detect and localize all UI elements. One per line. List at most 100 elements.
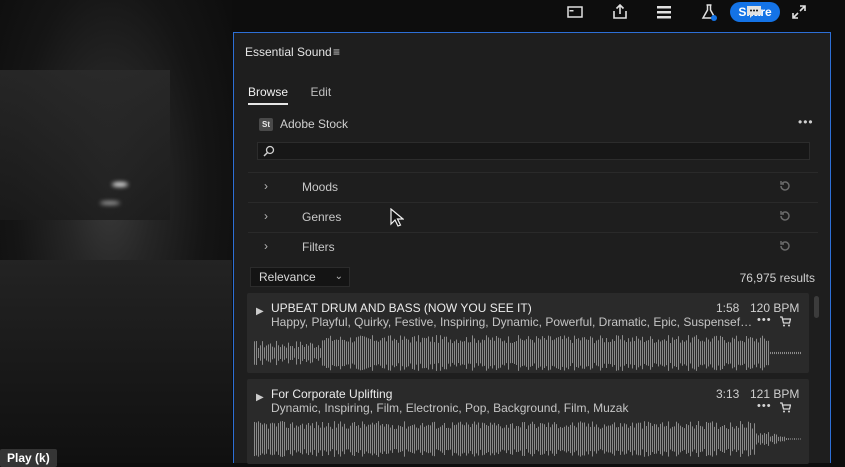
tab-browse[interactable]: Browse bbox=[248, 85, 289, 105]
track-item[interactable]: ▶ UPBEAT DRUM AND BASS (NOW YOU SEE IT) … bbox=[247, 293, 809, 373]
waveform-bar bbox=[680, 342, 681, 364]
tab-bar: Browse Edit bbox=[248, 83, 349, 105]
waveform-bar bbox=[434, 421, 435, 457]
waveform-bar bbox=[658, 427, 659, 451]
waveform-bar bbox=[444, 336, 445, 370]
waveform-bar bbox=[688, 335, 689, 371]
search-box[interactable] bbox=[257, 142, 810, 161]
waveform-bar bbox=[758, 435, 759, 443]
waveform-bar bbox=[576, 339, 577, 367]
track-more-icon[interactable]: ••• bbox=[757, 400, 772, 412]
waveform-bar bbox=[602, 427, 603, 451]
waveform-bar bbox=[640, 340, 641, 366]
waveform-bar bbox=[254, 421, 255, 457]
waveform-bar bbox=[416, 427, 417, 451]
waveform-bar bbox=[506, 424, 507, 454]
waveform-bar bbox=[708, 422, 709, 456]
flask-icon[interactable] bbox=[698, 2, 720, 22]
waveform-bar bbox=[674, 339, 675, 367]
fullscreen-icon[interactable] bbox=[788, 2, 810, 22]
waveform-bar bbox=[466, 422, 467, 456]
panels-icon[interactable] bbox=[653, 2, 675, 22]
waveform-bar bbox=[694, 428, 695, 450]
waveform-bar bbox=[400, 426, 401, 452]
waveform-bar bbox=[574, 335, 575, 371]
scrollbar[interactable] bbox=[814, 296, 819, 318]
waveform-bar bbox=[526, 428, 527, 450]
waveform-bar bbox=[424, 337, 425, 369]
waveform-bar bbox=[586, 339, 587, 367]
waveform-bar bbox=[598, 339, 599, 367]
waveform-bar bbox=[412, 337, 413, 369]
filter-row-filters[interactable]: › Filters bbox=[248, 232, 818, 261]
waveform-bar bbox=[290, 346, 291, 360]
waveform[interactable] bbox=[254, 335, 802, 371]
comments-icon[interactable] bbox=[743, 2, 765, 22]
track-duration: 1:58 bbox=[716, 301, 740, 315]
layout-icon[interactable] bbox=[564, 2, 586, 22]
play-icon[interactable]: ▶ bbox=[256, 306, 264, 317]
reset-icon[interactable] bbox=[778, 179, 792, 193]
waveform-bar bbox=[442, 339, 443, 367]
chevron-right-icon[interactable]: › bbox=[264, 239, 268, 253]
waveform-bar bbox=[450, 428, 451, 450]
waveform-bar bbox=[514, 428, 515, 450]
reset-icon[interactable] bbox=[778, 209, 792, 223]
search-input[interactable] bbox=[280, 143, 804, 161]
waveform-bar bbox=[288, 342, 289, 364]
chevron-right-icon[interactable]: › bbox=[264, 179, 268, 193]
track-more-icon[interactable]: ••• bbox=[757, 314, 772, 326]
waveform-bar bbox=[324, 427, 325, 451]
reset-icon[interactable] bbox=[778, 239, 792, 253]
more-options-icon[interactable]: ••• bbox=[798, 115, 814, 129]
cart-icon[interactable] bbox=[779, 315, 791, 327]
waveform-bar bbox=[400, 335, 401, 371]
waveform[interactable] bbox=[254, 421, 802, 457]
waveform-bar bbox=[786, 351, 787, 355]
waveform-bar bbox=[436, 428, 437, 450]
waveform-bar bbox=[778, 436, 779, 442]
waveform-bar bbox=[356, 337, 357, 369]
waveform-bar bbox=[516, 425, 517, 453]
waveform-bar bbox=[550, 336, 551, 370]
tab-edit[interactable]: Edit bbox=[310, 85, 331, 103]
video-preview[interactable] bbox=[0, 0, 232, 463]
waveform-bar bbox=[310, 342, 311, 364]
waveform-bar bbox=[604, 342, 605, 364]
play-icon[interactable]: ▶ bbox=[256, 392, 264, 403]
waveform-bar bbox=[314, 347, 315, 359]
waveform-bar bbox=[504, 340, 505, 366]
waveform-bar bbox=[748, 338, 749, 368]
waveform-bar bbox=[456, 424, 457, 454]
waveform-bar bbox=[702, 426, 703, 452]
source-row[interactable]: St Adobe Stock bbox=[259, 116, 348, 132]
waveform-bar bbox=[326, 337, 327, 369]
waveform-bar bbox=[402, 426, 403, 452]
waveform-bar bbox=[342, 339, 343, 367]
waveform-bar bbox=[602, 338, 603, 368]
waveform-bar bbox=[316, 421, 317, 457]
panel-menu-icon[interactable]: ≡ bbox=[333, 45, 340, 59]
video-light bbox=[100, 201, 120, 205]
export-icon[interactable] bbox=[609, 2, 631, 22]
waveform-bar bbox=[394, 338, 395, 368]
waveform-bar bbox=[770, 436, 771, 442]
waveform-bar bbox=[762, 335, 763, 371]
waveform-bar bbox=[420, 425, 421, 453]
waveform-bar bbox=[548, 335, 549, 371]
play-tooltip: Play (k) bbox=[0, 449, 57, 467]
waveform-bar bbox=[792, 351, 793, 355]
track-item[interactable]: ▶ For Corporate Uplifting Dynamic, Inspi… bbox=[247, 379, 809, 464]
sort-dropdown[interactable]: Relevance ⌄ bbox=[250, 267, 350, 287]
waveform-bar bbox=[738, 427, 739, 451]
waveform-bar bbox=[754, 341, 755, 365]
cart-icon[interactable] bbox=[779, 401, 791, 413]
waveform-bar bbox=[362, 335, 363, 371]
filter-row-genres[interactable]: › Genres bbox=[248, 202, 818, 231]
waveform-bar bbox=[548, 422, 549, 456]
waveform-bar bbox=[626, 342, 627, 364]
chevron-right-icon[interactable]: › bbox=[264, 209, 268, 223]
waveform-bar bbox=[396, 339, 397, 367]
waveform-bar bbox=[634, 341, 635, 365]
filter-row-moods[interactable]: › Moods bbox=[248, 172, 818, 201]
